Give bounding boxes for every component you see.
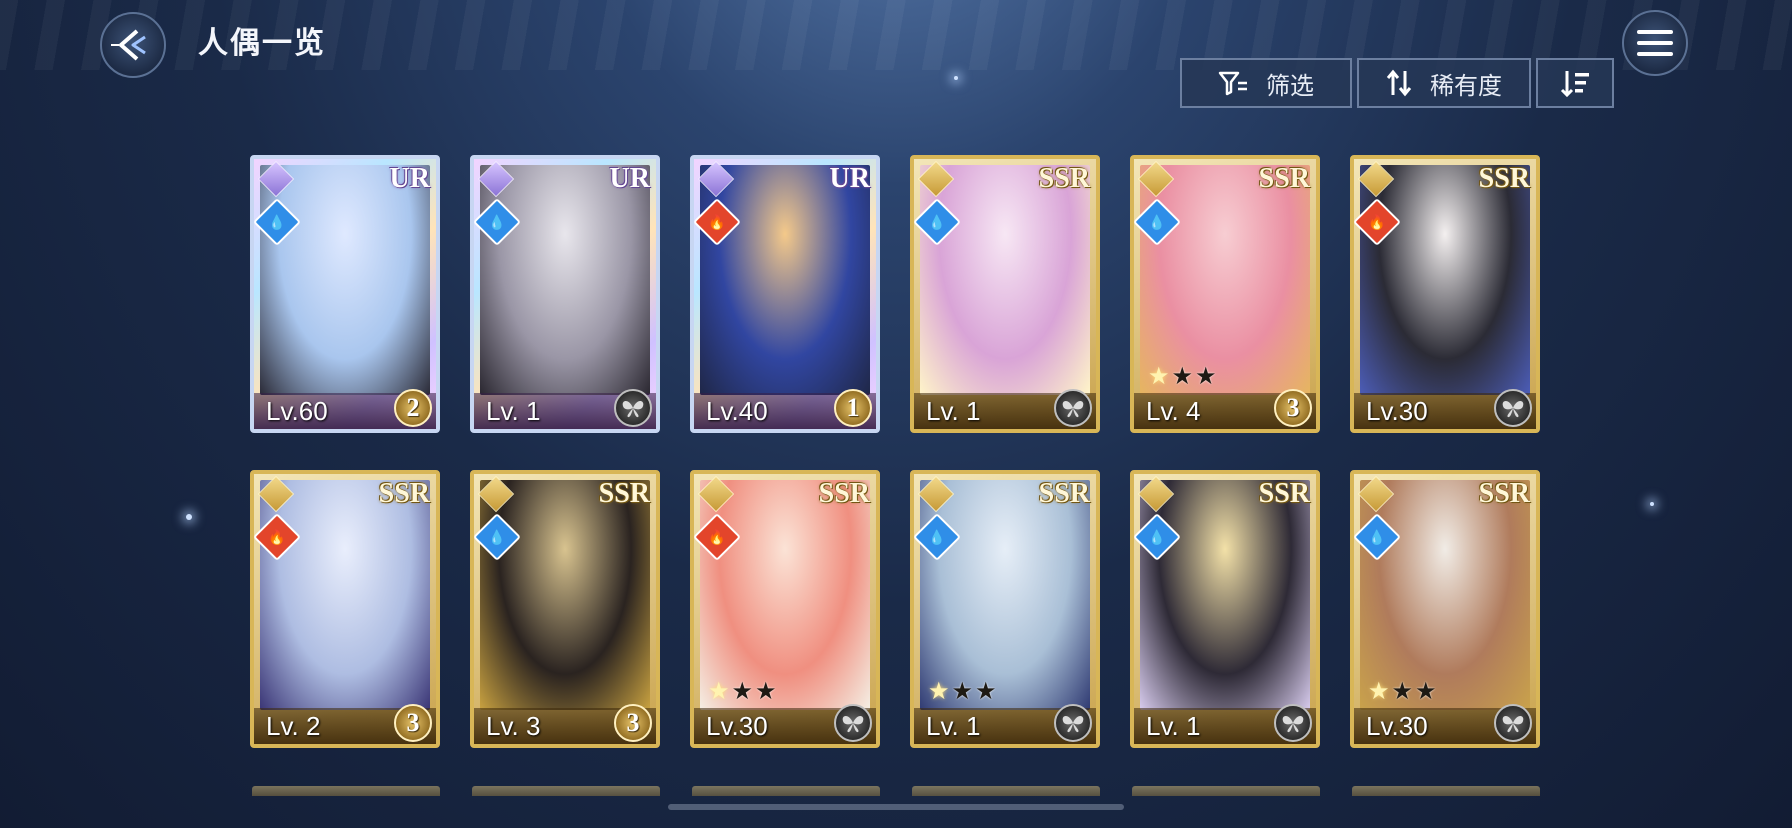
rarity-label: UR (389, 163, 430, 194)
rarity-label: SSR (818, 478, 870, 509)
card-partial (252, 786, 440, 796)
butterfly-emblem-icon (614, 389, 652, 427)
character-portrait (700, 480, 870, 710)
character-portrait (480, 165, 650, 395)
sparkle (954, 76, 958, 80)
doll-card[interactable]: SSR 💧 Lv. 33 (470, 470, 660, 748)
rarity-label: SSR (378, 478, 430, 509)
star-icon: ★ (731, 678, 756, 705)
card-partial (1352, 786, 1540, 796)
scroll-indicator[interactable] (668, 804, 1124, 810)
butterfly-emblem-icon (1494, 704, 1532, 742)
awakening-count-badge: 3 (1274, 389, 1312, 427)
card-partial (472, 786, 660, 796)
butterfly-emblem-icon (834, 704, 872, 742)
character-portrait (260, 480, 430, 710)
doll-card[interactable]: UR 🔥 Lv.40 1 (690, 155, 880, 433)
star-icon: ★ (1195, 363, 1219, 390)
filter-button[interactable]: 筛选 (1180, 58, 1352, 108)
level-label: Lv. 1 (1146, 711, 1201, 741)
level-label: Lv.40 (706, 396, 768, 426)
star-icon: ★ (928, 678, 952, 705)
character-portrait (1360, 480, 1530, 710)
butterfly-emblem-icon (1274, 704, 1312, 742)
character-portrait (920, 480, 1090, 710)
star-icon: ★ (975, 678, 999, 705)
character-portrait (1140, 480, 1310, 710)
doll-card[interactable]: SSR 💧 ★★★ Lv. 1 (910, 470, 1100, 748)
star-rating: ★★★ (708, 677, 779, 706)
rarity-label: UR (829, 163, 870, 194)
star-icon: ★ (1391, 678, 1416, 705)
level-label: Lv. 4 (1146, 396, 1201, 426)
character-portrait (480, 480, 650, 710)
level-label: Lv.30 (1366, 396, 1428, 426)
character-portrait (1360, 165, 1530, 395)
doll-card[interactable]: SSR 🔥 Lv.30 (1350, 155, 1540, 433)
level-label: Lv. 1 (926, 711, 981, 741)
star-icon: ★ (1368, 678, 1392, 705)
page-title: 人偶一览 (198, 27, 326, 60)
doll-card[interactable]: UR 💧 Lv.60 2 (250, 155, 440, 433)
sort-descending-icon (1560, 71, 1589, 97)
star-icon: ★ (708, 678, 732, 705)
doll-card[interactable]: SSR 💧 ★★★ Lv. 43 (1130, 155, 1320, 433)
level-label: Lv.30 (706, 711, 768, 741)
rarity-label: UR (609, 163, 650, 194)
butterfly-emblem-icon (1054, 704, 1092, 742)
butterfly-emblem-icon (1054, 389, 1092, 427)
star-rating: ★★★ (1148, 362, 1219, 391)
level-label: Lv. 1 (926, 396, 981, 426)
rarity-label: SSR (598, 478, 650, 509)
star-rating: ★★★ (1368, 677, 1439, 706)
level-label: Lv.60 (266, 396, 328, 426)
rarity-label: SSR (1038, 478, 1090, 509)
star-icon: ★ (951, 678, 976, 705)
card-partial (912, 786, 1100, 796)
level-label: Lv. 3 (486, 711, 541, 741)
doll-card[interactable]: SSR 💧 ★★★ Lv.30 (1350, 470, 1540, 748)
sparkle (1650, 502, 1654, 506)
sort-order-button[interactable] (1536, 58, 1614, 108)
star-rating: ★★★ (928, 677, 999, 706)
filter-icon (1218, 71, 1247, 96)
star-icon: ★ (755, 678, 779, 705)
star-icon: ★ (1148, 363, 1172, 390)
doll-card[interactable]: SSR 💧 Lv. 1 (910, 155, 1100, 433)
menu-button[interactable] (1622, 10, 1688, 76)
back-button[interactable] (100, 12, 166, 78)
level-label: Lv. 2 (266, 711, 321, 741)
level-label: Lv. 1 (486, 396, 541, 426)
rarity-label: SSR (1258, 163, 1310, 194)
card-partial (1132, 786, 1320, 796)
awakening-count-badge: 1 (834, 389, 872, 427)
rarity-label: SSR (1258, 478, 1310, 509)
awakening-count-badge: 2 (394, 389, 432, 427)
sort-by-rarity-button[interactable]: 稀有度 (1357, 58, 1531, 108)
butterfly-emblem-icon (1494, 389, 1532, 427)
character-portrait (920, 165, 1090, 395)
sort-arrows-icon (1386, 69, 1412, 97)
doll-card[interactable]: UR 💧 Lv. 1 (470, 155, 660, 433)
sort-label: 稀有度 (1430, 72, 1502, 100)
character-portrait (260, 165, 430, 395)
star-icon: ★ (1415, 678, 1439, 705)
doll-card[interactable]: SSR 🔥 Lv. 23 (250, 470, 440, 748)
hamburger-menu-icon (1637, 30, 1673, 56)
rarity-label: SSR (1478, 478, 1530, 509)
level-label: Lv.30 (1366, 711, 1428, 741)
rarity-label: SSR (1038, 163, 1090, 194)
star-icon: ★ (1171, 363, 1196, 390)
character-portrait (1140, 165, 1310, 395)
filter-label: 筛选 (1266, 72, 1314, 100)
card-partial (692, 786, 880, 796)
doll-card[interactable]: SSR 🔥 ★★★ Lv.30 (690, 470, 880, 748)
character-portrait (700, 165, 870, 395)
awakening-count-badge: 3 (614, 704, 652, 742)
back-arrow-icon (111, 29, 146, 61)
awakening-count-badge: 3 (394, 704, 432, 742)
rarity-label: SSR (1478, 163, 1530, 194)
doll-card[interactable]: SSR 💧 Lv. 1 (1130, 470, 1320, 748)
sparkle (186, 514, 192, 520)
